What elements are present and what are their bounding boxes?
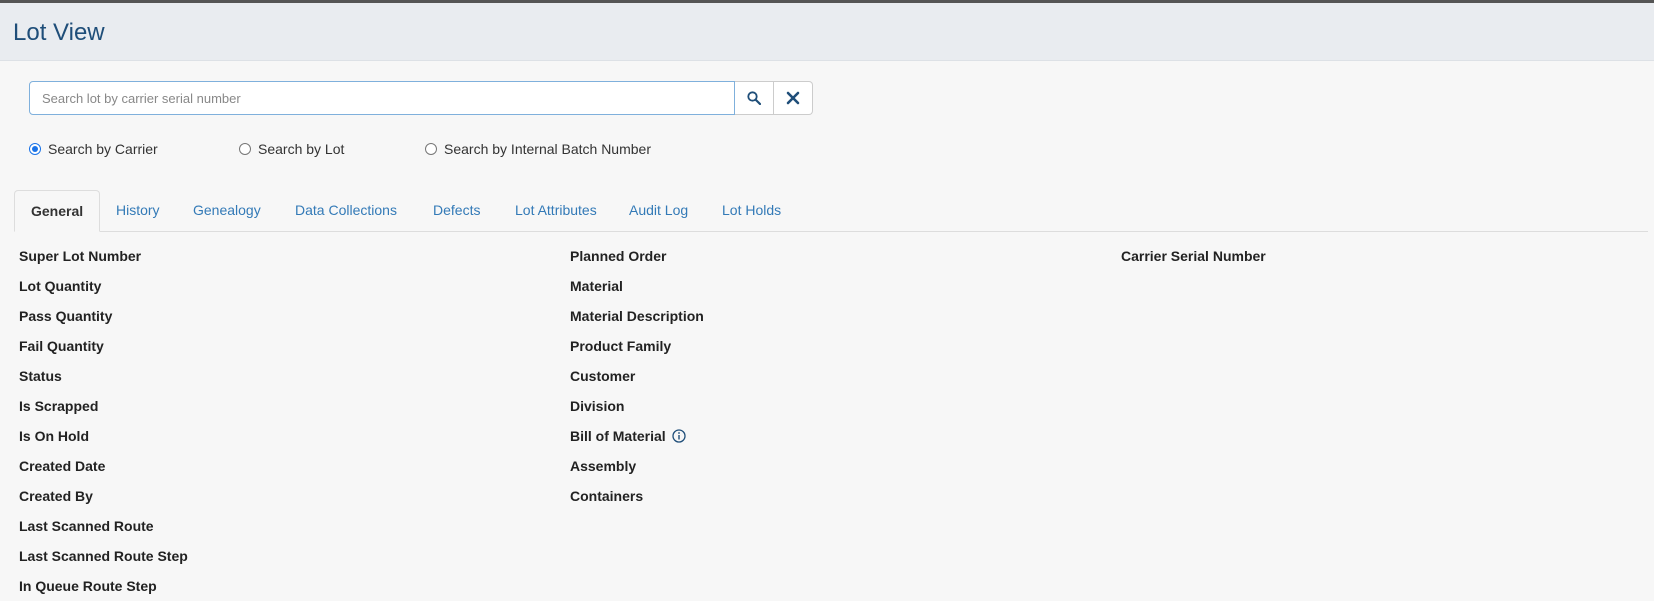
search-bar <box>29 81 813 115</box>
field-last-scanned-route: Last Scanned Route <box>19 518 154 534</box>
radio-unselected-icon[interactable] <box>239 143 251 155</box>
field-material: Material <box>570 278 623 294</box>
field-assembly: Assembly <box>570 458 637 474</box>
field-is-on-hold: Is On Hold <box>19 428 89 444</box>
tab-general[interactable]: General <box>14 190 101 232</box>
page-title: Lot View <box>13 19 105 46</box>
search-button[interactable] <box>735 81 774 115</box>
tab-history[interactable]: History <box>100 190 176 231</box>
tab-lot-attributes[interactable]: Lot Attributes <box>499 190 613 231</box>
field-is-scrapped: Is Scrapped <box>19 398 99 414</box>
info-icon[interactable] <box>672 429 686 443</box>
tab-bar: General History Genealogy Data Collectio… <box>14 190 1648 232</box>
close-icon <box>786 91 800 105</box>
tab-lot-holds[interactable]: Lot Holds <box>706 190 797 231</box>
radio-label: Search by Lot <box>258 141 345 157</box>
search-input[interactable] <box>29 81 735 115</box>
field-lot-quantity: Lot Quantity <box>19 278 102 294</box>
field-status: Status <box>19 368 62 384</box>
field-pass-quantity: Pass Quantity <box>19 308 113 324</box>
field-label: Bill of Material <box>570 428 666 444</box>
field-bill-of-material: Bill of Material <box>570 428 686 444</box>
radio-search-by-internal-batch[interactable]: Search by Internal Batch Number <box>425 141 651 157</box>
radio-search-by-lot[interactable]: Search by Lot <box>239 141 344 157</box>
tab-audit-log[interactable]: Audit Log <box>613 190 704 231</box>
field-material-description: Material Description <box>570 308 704 324</box>
field-planned-order: Planned Order <box>570 248 667 264</box>
field-customer: Customer <box>570 368 636 384</box>
radio-selected-icon[interactable] <box>29 143 41 155</box>
search-icon <box>747 91 761 105</box>
field-fail-quantity: Fail Quantity <box>19 338 104 354</box>
field-in-queue-route-step: In Queue Route Step <box>19 578 157 594</box>
field-carrier-serial-number: Carrier Serial Number <box>1121 248 1266 264</box>
radio-label: Search by Carrier <box>48 141 158 157</box>
clear-search-button[interactable] <box>774 81 813 115</box>
field-division: Division <box>570 398 625 414</box>
page-header: Lot View <box>0 3 1654 61</box>
tab-data-collections[interactable]: Data Collections <box>279 190 413 231</box>
field-super-lot-number: Super Lot Number <box>19 248 142 264</box>
field-created-by: Created By <box>19 488 93 504</box>
radio-search-by-carrier[interactable]: Search by Carrier <box>29 141 158 157</box>
tab-genealogy[interactable]: Genealogy <box>177 190 277 231</box>
field-created-date: Created Date <box>19 458 106 474</box>
radio-unselected-icon[interactable] <box>425 143 437 155</box>
field-product-family: Product Family <box>570 338 672 354</box>
radio-label: Search by Internal Batch Number <box>444 141 651 157</box>
tab-defects[interactable]: Defects <box>417 190 496 231</box>
field-containers: Containers <box>570 488 644 504</box>
field-last-scanned-route-step: Last Scanned Route Step <box>19 548 188 564</box>
